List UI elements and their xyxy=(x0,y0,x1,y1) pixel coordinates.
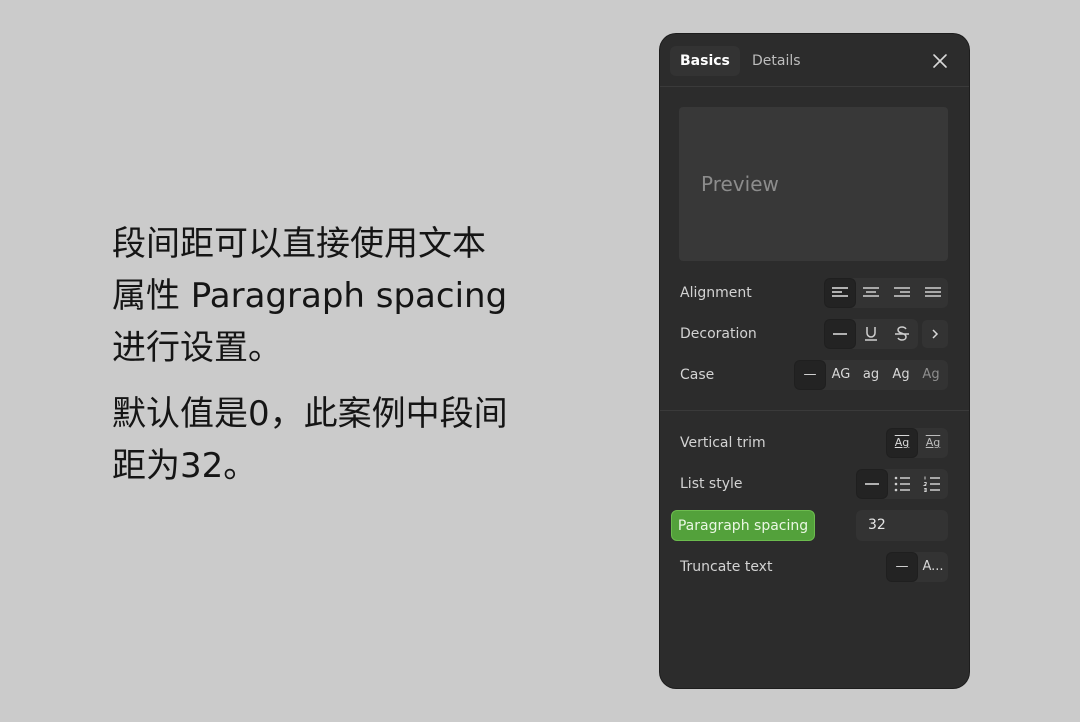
list-style-label: List style xyxy=(680,476,743,492)
decoration-none-icon[interactable] xyxy=(825,320,855,348)
alignment-label: Alignment xyxy=(680,285,752,301)
list-style-none-icon[interactable] xyxy=(857,470,887,498)
truncate-text-label: Truncate text xyxy=(680,559,773,575)
vertical-trim-label: Vertical trim xyxy=(680,435,766,451)
bulleted-list-icon[interactable] xyxy=(887,470,917,498)
case-none-button[interactable]: — xyxy=(795,361,825,389)
align-justify-icon[interactable] xyxy=(918,279,948,307)
preview-area: Preview xyxy=(679,107,948,261)
paragraph-spacing-label: Paragraph spacing xyxy=(671,510,815,541)
caption-paragraph-1: 段间距可以直接使用文本 属性 Paragraph spacing 进行设置。 xyxy=(112,224,508,368)
tab-bar: Basics Details xyxy=(660,34,969,87)
paragraph-spacing-input[interactable]: 32 xyxy=(856,510,948,541)
section-divider xyxy=(660,410,969,411)
tab-details[interactable]: Details xyxy=(742,46,811,76)
case-label: Case xyxy=(680,367,715,383)
text-properties-panel: Basics Details Preview Alignment Decorat… xyxy=(660,34,969,688)
align-right-icon[interactable] xyxy=(887,279,917,307)
case-smallcaps-button[interactable]: Ag xyxy=(916,361,946,389)
truncate-ellipsis-button[interactable]: A... xyxy=(918,553,948,581)
case-lowercase-button[interactable]: ag xyxy=(856,361,886,389)
truncate-none-button[interactable]: — xyxy=(887,553,917,581)
vertical-trim-cap-height-button[interactable]: Ag xyxy=(918,429,948,457)
case-uppercase-button[interactable]: AG xyxy=(826,361,856,389)
align-left-icon[interactable] xyxy=(825,279,855,307)
caption-paragraph-2: 默认值是0，此案例中段间 距为32。 xyxy=(112,394,508,486)
vertical-trim-standard-button[interactable]: Ag xyxy=(887,429,917,457)
underline-icon[interactable] xyxy=(856,320,886,348)
tab-basics[interactable]: Basics xyxy=(670,46,740,76)
chevron-right-icon[interactable] xyxy=(922,320,948,348)
close-icon[interactable] xyxy=(930,51,950,71)
caption: 段间距可以直接使用文本 属性 Paragraph spacing 进行设置。 默… xyxy=(112,218,582,506)
preview-text: Preview xyxy=(701,172,779,196)
align-center-icon[interactable] xyxy=(856,279,886,307)
decoration-label: Decoration xyxy=(680,326,757,342)
strikethrough-icon[interactable] xyxy=(887,320,917,348)
case-titlecase-button[interactable]: Ag xyxy=(886,361,916,389)
numbered-list-icon[interactable] xyxy=(917,470,947,498)
